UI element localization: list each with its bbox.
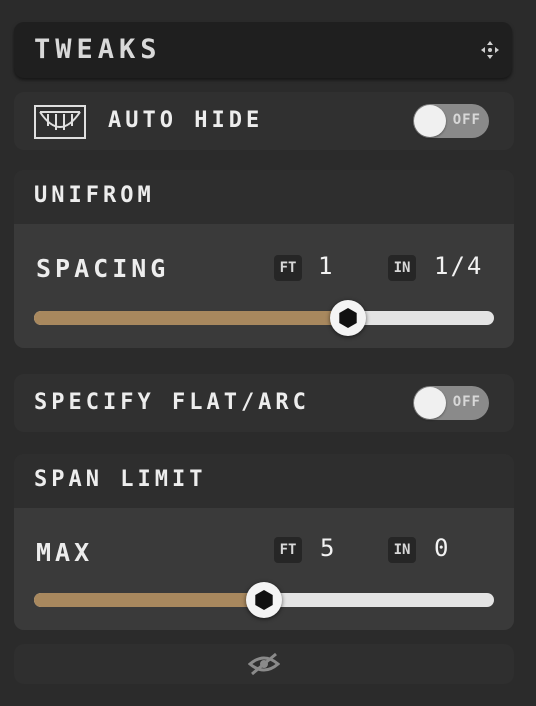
eye-off-icon[interactable] — [248, 652, 280, 676]
flat-arc-toggle[interactable]: OFF — [413, 386, 489, 420]
toggle-knob — [414, 105, 446, 137]
ft-unit-badge: FT — [274, 537, 302, 563]
spacing-control: SPACING FT 1 IN 1/4 — [14, 224, 514, 348]
span-limit-section-header: SPAN LIMIT — [14, 454, 514, 508]
bowl-icon — [34, 105, 86, 139]
spacing-slider-track[interactable] — [34, 311, 494, 325]
flat-arc-row: SPECIFY FLAT/ARC OFF — [14, 374, 514, 432]
spacing-slider-fill — [34, 311, 346, 325]
toggle-knob — [414, 387, 446, 419]
tweaks-header[interactable]: TWEAKS — [14, 22, 512, 78]
auto-hide-row: AUTO HIDE OFF — [14, 92, 514, 150]
span-limit-section: SPAN LIMIT MAX FT 5 IN 0 — [14, 454, 514, 630]
max-in-value[interactable]: 0 — [434, 534, 450, 562]
max-ft-value[interactable]: 5 — [320, 534, 336, 562]
in-unit-badge: IN — [388, 537, 416, 563]
auto-hide-toggle[interactable]: OFF — [413, 104, 489, 138]
flat-arc-label: SPECIFY FLAT/ARC — [34, 390, 310, 415]
span-limit-section-title: SPAN LIMIT — [34, 467, 207, 492]
panel-title: TWEAKS — [34, 34, 162, 65]
hexagon-icon — [255, 590, 273, 610]
max-slider-thumb[interactable] — [246, 582, 282, 618]
move-arrows-icon[interactable] — [480, 40, 500, 60]
spacing-ft-value[interactable]: 1 — [318, 252, 334, 280]
in-unit-badge: IN — [388, 255, 416, 281]
hexagon-icon — [339, 308, 357, 328]
uniform-section-title: UNIFROM — [34, 183, 155, 208]
max-slider-fill — [34, 593, 264, 607]
toggle-state-text: OFF — [452, 394, 481, 410]
toggle-state-text: OFF — [452, 112, 481, 128]
uniform-section-header: UNIFROM — [14, 170, 514, 224]
max-control: MAX FT 5 IN 0 — [14, 508, 514, 630]
max-label: MAX — [36, 538, 94, 567]
uniform-section: UNIFROM SPACING FT 1 IN 1/4 — [14, 170, 514, 348]
ft-unit-badge: FT — [274, 255, 302, 281]
spacing-in-value[interactable]: 1/4 — [434, 252, 483, 280]
auto-hide-label: AUTO HIDE — [108, 108, 264, 133]
spacing-slider-thumb[interactable] — [330, 300, 366, 336]
footer-bar — [14, 644, 514, 684]
spacing-label: SPACING — [36, 254, 170, 283]
